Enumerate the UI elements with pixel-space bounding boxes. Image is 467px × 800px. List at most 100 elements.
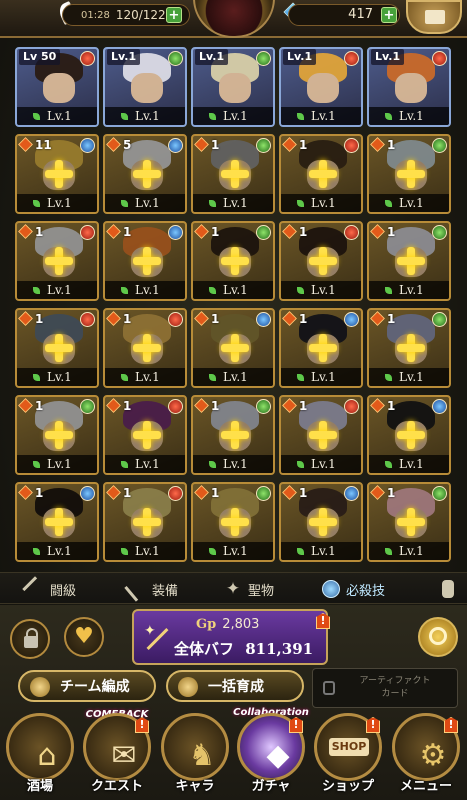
blue-attribute-icon — [168, 138, 183, 153]
character-card-locked[interactable]: 1 Lv.1 — [15, 308, 99, 388]
character-card-locked[interactable]: 1 Lv.1 — [15, 482, 99, 562]
card-level-label: Lv.1 — [399, 109, 424, 123]
rarity-icon — [194, 137, 209, 152]
tavern-icon: ⌂ — [6, 713, 74, 781]
lock-icon — [323, 681, 335, 695]
character-level: Lv 50 — [19, 49, 61, 65]
gp-value: 2,803 — [222, 617, 260, 632]
character-card-locked[interactable]: 1 Lv.1 — [367, 308, 451, 388]
card-level-label: Lv.1 — [223, 196, 248, 210]
green-attribute-icon — [432, 138, 447, 153]
fragment-count: 1 — [123, 486, 132, 500]
character-card-locked[interactable]: 1 Lv.1 — [103, 221, 187, 301]
character-card-locked[interactable]: 11 Lv.1 — [15, 134, 99, 214]
lock-filter-button[interactable] — [10, 619, 50, 659]
tab-relic[interactable]: ✦ 聖物 — [224, 578, 274, 600]
red-attribute-icon — [344, 138, 359, 153]
leaf-icon — [385, 113, 392, 120]
tab-rank[interactable]: 闘級 — [22, 576, 76, 602]
team-edit-button[interactable]: チーム編成 — [18, 670, 156, 702]
fragment-count: 1 — [211, 138, 220, 152]
add-gems-button[interactable]: + — [381, 7, 397, 23]
leaf-icon — [209, 113, 216, 120]
character-card-locked[interactable]: 1 Lv.1 — [191, 134, 275, 214]
bulk-train-icon — [178, 677, 198, 697]
character-card-locked[interactable]: 1 Lv.1 — [103, 395, 187, 475]
leaf-icon — [385, 200, 392, 207]
gp-prefix: Gp — [196, 617, 217, 632]
character-card-locked[interactable]: 1 Lv.1 — [15, 221, 99, 301]
character-card-locked[interactable]: 1 Lv.1 — [367, 134, 451, 214]
character-card-locked[interactable]: 5 Lv.1 — [103, 134, 187, 214]
enhance-tabs: 闘級 装備 ✦ 聖物 必殺技 — [0, 572, 467, 604]
bulk-train-button[interactable]: 一括育成 — [166, 670, 304, 702]
unlock-plus-icon — [309, 508, 337, 536]
nav-menu[interactable]: ⚙ ! メニュー — [388, 703, 464, 799]
fragment-count: 1 — [211, 312, 220, 326]
leaf-icon — [121, 200, 128, 207]
favorite-button[interactable] — [64, 617, 104, 657]
green-attribute-icon — [256, 138, 271, 153]
character-card-owned[interactable]: Lv.1 Lv.1 — [191, 47, 275, 127]
character-card-owned[interactable]: Lv 50 Lv.1 — [15, 47, 99, 127]
unlock-plus-icon — [309, 160, 337, 188]
fragment-count: 1 — [35, 399, 44, 413]
card-level-label: Lv.1 — [223, 283, 248, 297]
character-card-locked[interactable]: 1 Lv.1 — [279, 134, 363, 214]
green-attribute-icon — [432, 225, 447, 240]
red-attribute-icon — [344, 51, 359, 66]
tab-more[interactable] — [442, 578, 454, 600]
player-emblem[interactable] — [193, 0, 275, 38]
character-card-locked[interactable]: 1 Lv.1 — [367, 482, 451, 562]
nav-gacha[interactable]: Collaboration ◆ ! ガチャ — [233, 703, 309, 799]
fragment-count: 1 — [123, 312, 132, 326]
character-card-locked[interactable]: 1 Lv.1 — [191, 308, 275, 388]
character-card-locked[interactable]: 1 Lv.1 — [367, 221, 451, 301]
rarity-icon — [106, 311, 121, 326]
leaf-icon — [33, 548, 40, 555]
nav-tavern[interactable]: ⌂ 酒場 — [2, 703, 78, 799]
character-card-locked[interactable]: 1 Lv.1 — [279, 308, 363, 388]
tab-ultimate[interactable]: 必殺技 — [322, 578, 385, 600]
fragment-count: 1 — [35, 312, 44, 326]
character-card-locked[interactable]: 1 Lv.1 — [367, 395, 451, 475]
card-level-label: Lv.1 — [399, 544, 424, 558]
character-card-locked[interactable]: 1 Lv.1 — [191, 221, 275, 301]
unlock-plus-icon — [45, 421, 73, 449]
leaf-icon — [209, 200, 216, 207]
tab-equipment[interactable]: 装備 — [124, 576, 178, 602]
card-level-label: Lv.1 — [223, 109, 248, 123]
add-stamina-button[interactable]: + — [166, 7, 182, 23]
leaf-icon — [121, 287, 128, 294]
character-card-locked[interactable]: 1 Lv.1 — [279, 482, 363, 562]
card-level-label: Lv.1 — [223, 544, 248, 558]
nav-character[interactable]: ♞ キャラ — [157, 703, 233, 799]
unlock-plus-icon — [221, 508, 249, 536]
character-card-locked[interactable]: 1 Lv.1 — [191, 395, 275, 475]
blue-attribute-icon — [168, 225, 183, 240]
unlock-plus-icon — [221, 160, 249, 188]
character-card-locked[interactable]: 1 Lv.1 — [103, 308, 187, 388]
unlock-plus-icon — [397, 508, 425, 536]
unlock-plus-icon — [309, 421, 337, 449]
nav-shop[interactable]: SHOP ! ショップ — [310, 703, 386, 799]
character-card-owned[interactable]: Lv.1 Lv.1 — [367, 47, 451, 127]
green-attribute-icon — [432, 486, 447, 501]
character-card-locked[interactable]: 1 Lv.1 — [191, 482, 275, 562]
card-level-label: Lv.1 — [47, 544, 72, 558]
artifact-card-button[interactable]: アーティファクト カード — [312, 668, 458, 708]
character-card-owned[interactable]: Lv.1 Lv.1 — [103, 47, 187, 127]
unlock-plus-icon — [133, 421, 161, 449]
leaf-icon — [209, 548, 216, 555]
nav-quest-label: クエスト — [90, 779, 143, 794]
sword-icon — [124, 576, 150, 602]
rank-up-button[interactable] — [418, 617, 458, 657]
character-card-owned[interactable]: Lv.1 Lv.1 — [279, 47, 363, 127]
character-card-locked[interactable]: 1 Lv.1 — [15, 395, 99, 475]
character-card-locked[interactable]: 1 Lv.1 — [103, 482, 187, 562]
mail-button[interactable] — [406, 0, 462, 34]
nav-quest[interactable]: COMEBACK ✉ ! クエスト — [79, 703, 155, 799]
gp-summary[interactable]: Gp 2,803 全体バフ 811,391 ! — [132, 609, 330, 665]
character-card-locked[interactable]: 1 Lv.1 — [279, 221, 363, 301]
character-card-locked[interactable]: 1 Lv.1 — [279, 395, 363, 475]
